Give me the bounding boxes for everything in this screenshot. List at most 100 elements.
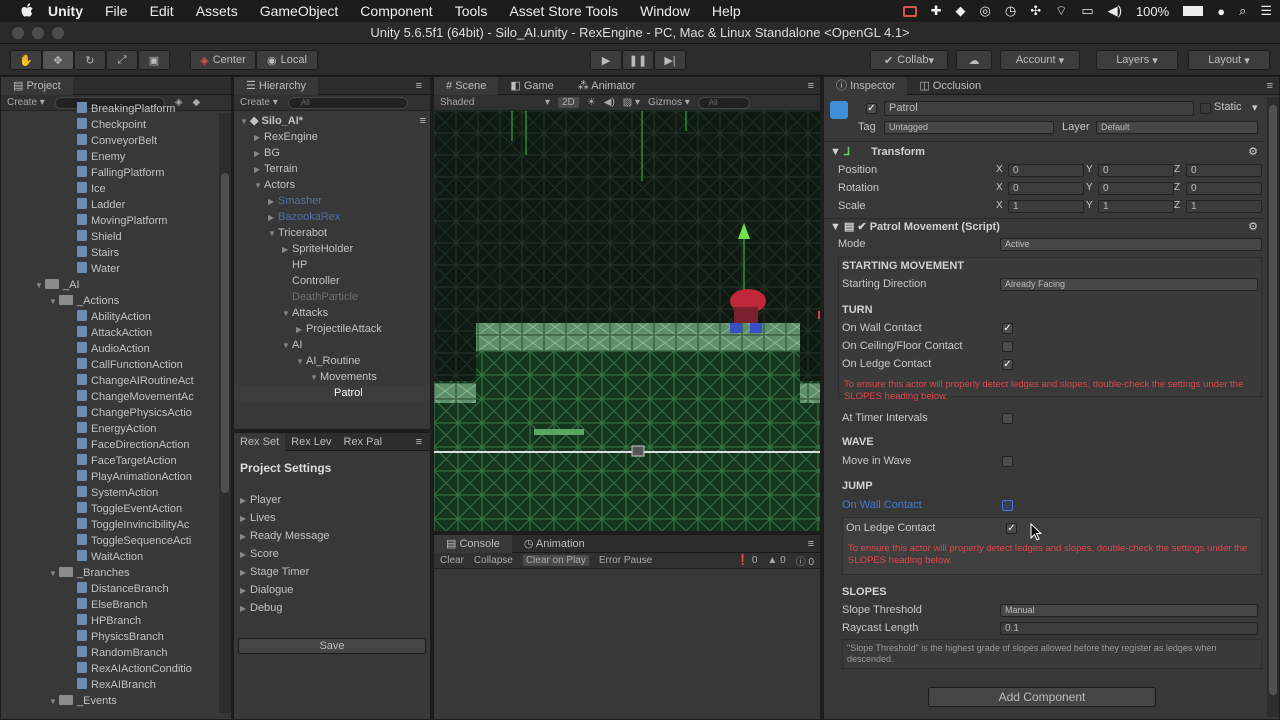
rex-settings-item[interactable]: ▶ Ready Message — [234, 527, 430, 545]
tab-hierarchy[interactable]: ☰ Hierarchy — [234, 77, 318, 95]
layer-dropdown[interactable]: Default — [1096, 121, 1258, 134]
sync-icon[interactable]: ◎ — [980, 3, 991, 19]
inspector-scrollbar[interactable] — [1267, 97, 1279, 717]
expand-arrow-icon[interactable]: ▶ — [296, 322, 306, 338]
project-file[interactable]: Ice — [1, 181, 231, 197]
hierarchy-item[interactable]: DeathParticle — [234, 289, 430, 305]
tab-rex-lev[interactable]: Rex Lev — [285, 433, 337, 451]
spotlight-icon[interactable]: ⌕ — [1239, 3, 1246, 19]
project-file[interactable]: AttackAction — [1, 325, 231, 341]
bound-handle[interactable] — [631, 445, 645, 457]
airplay-icon[interactable]: ▭ — [1081, 3, 1093, 19]
transform-x-field[interactable]: 0 — [1008, 182, 1084, 195]
expand-arrow-icon[interactable]: ▶ — [254, 162, 264, 178]
shading-dropdown[interactable]: Shaded ▾ — [440, 97, 550, 108]
project-folder[interactable]: ▼ _Events — [1, 693, 231, 709]
axis-z-label[interactable]: Z — [1174, 161, 1180, 179]
lighting-icon[interactable]: ☀ — [587, 97, 596, 108]
project-file[interactable]: AbilityAction — [1, 309, 231, 325]
project-file[interactable]: HPBranch — [1, 613, 231, 629]
tab-inspector[interactable]: ⓘ Inspector — [824, 77, 908, 95]
project-file[interactable]: ToggleSequenceActi — [1, 533, 231, 549]
slope-threshold-dropdown[interactable]: Manual — [1000, 604, 1258, 617]
transform-y-field[interactable]: 0 — [1098, 164, 1174, 177]
expand-arrow-icon[interactable]: ▼ — [282, 338, 292, 354]
project-folder[interactable]: ▼ _AI — [1, 277, 231, 293]
rotate-tool-button[interactable]: ↻ — [74, 50, 106, 70]
project-file[interactable]: ToggleInvincibilityAc — [1, 517, 231, 533]
scene-root[interactable]: ▼ ◆ Silo_AI* ≡ — [234, 113, 430, 129]
close-window-button[interactable] — [12, 27, 24, 39]
transform-header[interactable]: ▼ ⅃ Transform ⚙ — [830, 143, 1260, 161]
menu-component[interactable]: Component — [360, 3, 432, 19]
menu-window[interactable]: Window — [640, 3, 690, 19]
project-file[interactable]: BreakingPlatform — [1, 101, 231, 117]
hierarchy-search-input[interactable]: All — [287, 96, 408, 109]
static-checkbox[interactable] — [1200, 103, 1211, 114]
project-file[interactable]: Enemy — [1, 149, 231, 165]
hierarchy-item[interactable]: ▼ Attacks — [234, 305, 430, 321]
raycast-input[interactable]: 0.1 — [1000, 622, 1258, 635]
project-file[interactable]: RexAIActionConditio — [1, 661, 231, 677]
record-icon[interactable] — [902, 5, 917, 17]
hierarchy-item[interactable]: Controller — [234, 273, 430, 289]
hierarchy-item[interactable]: ▶ BG — [234, 145, 430, 161]
axis-z-label[interactable]: Z — [1174, 197, 1180, 215]
inspector-menu-icon[interactable]: ≡ — [1267, 80, 1273, 92]
axis-y-label[interactable]: Y — [1086, 161, 1093, 179]
hierarchy-item[interactable]: ▼ Actors — [234, 177, 430, 193]
warning-count-toggle[interactable]: ▲ 0 — [767, 555, 785, 566]
wifi-icon[interactable]: ⌔ — [1055, 3, 1067, 19]
account-button[interactable]: Account ▾ — [1000, 50, 1080, 70]
transform-y-field[interactable]: 0 — [1098, 182, 1174, 195]
hierarchy-item[interactable]: ▶ Terrain — [234, 161, 430, 177]
component-settings-icon[interactable]: ⚙ — [1248, 218, 1258, 236]
rex-settings-item[interactable]: ▶ Player — [234, 491, 430, 509]
project-file[interactable]: PlayAnimationAction — [1, 469, 231, 485]
minimize-window-button[interactable] — [32, 27, 44, 39]
transform-y-field[interactable]: 1 — [1098, 200, 1174, 213]
tab-console[interactable]: ▤ Console — [434, 534, 512, 553]
project-file[interactable]: PhysicsBranch — [1, 629, 231, 645]
hierarchy-item[interactable]: ▼ Movements — [234, 369, 430, 385]
hierarchy-item[interactable]: HP — [234, 257, 430, 273]
project-file[interactable]: ChangePhysicsActio — [1, 405, 231, 421]
scale-tool-button[interactable]: ⤢ — [106, 50, 138, 70]
project-folder[interactable]: ▼ _Branches — [1, 565, 231, 581]
project-file[interactable]: FallingPlatform — [1, 165, 231, 181]
layout-button[interactable]: Layout ▾ — [1188, 50, 1270, 70]
pivot-center-button[interactable]: ◈ Center — [190, 50, 256, 70]
project-scrollbar[interactable] — [219, 113, 231, 713]
project-file[interactable]: FaceDirectionAction — [1, 437, 231, 453]
expand-arrow-icon[interactable]: ▼ — [254, 178, 264, 194]
menu-edit[interactable]: Edit — [150, 3, 174, 19]
on-ledge-checkbox[interactable]: ✓ — [1002, 359, 1013, 370]
info-count-toggle[interactable]: ❗ 0 — [737, 555, 758, 566]
cloud-button[interactable]: ☁ — [956, 50, 992, 70]
tag-dropdown[interactable]: Untagged — [884, 121, 1054, 134]
pivot-local-button[interactable]: ◉ Local — [256, 50, 318, 70]
transform-x-field[interactable]: 0 — [1008, 164, 1084, 177]
project-file[interactable]: WaitAction — [1, 549, 231, 565]
transform-z-field[interactable]: 0 — [1186, 182, 1262, 195]
transform-z-field[interactable]: 1 — [1186, 200, 1262, 213]
expand-arrow-icon[interactable]: ▼ — [49, 294, 59, 310]
at-timer-checkbox[interactable] — [1002, 413, 1013, 424]
project-file[interactable]: RexAIBranch — [1, 677, 231, 693]
scene-viewport[interactable] — [434, 111, 820, 531]
project-file[interactable]: Ladder — [1, 197, 231, 213]
expand-arrow-icon[interactable]: ▶ — [268, 210, 278, 226]
menu-gameobject[interactable]: GameObject — [260, 3, 339, 19]
add-component-button[interactable]: Add Component — [928, 687, 1156, 707]
audio-icon[interactable]: ◀) — [604, 97, 615, 108]
project-file[interactable]: CallFunctionAction — [1, 357, 231, 373]
move-wave-checkbox[interactable] — [1002, 456, 1013, 467]
expand-arrow-icon[interactable]: ▼ — [49, 694, 59, 710]
expand-arrow-icon[interactable]: ▼ — [310, 370, 320, 386]
time-machine-icon[interactable]: ◷ — [1005, 3, 1016, 19]
hierarchy-item[interactable]: Patrol — [234, 385, 430, 401]
gizmos-dropdown[interactable]: Gizmos ▾ — [648, 97, 690, 108]
hand-tool-button[interactable]: ✋ — [10, 50, 42, 70]
axis-x-label[interactable]: X — [996, 161, 1003, 179]
expand-arrow-icon[interactable]: ▼ — [282, 306, 292, 322]
